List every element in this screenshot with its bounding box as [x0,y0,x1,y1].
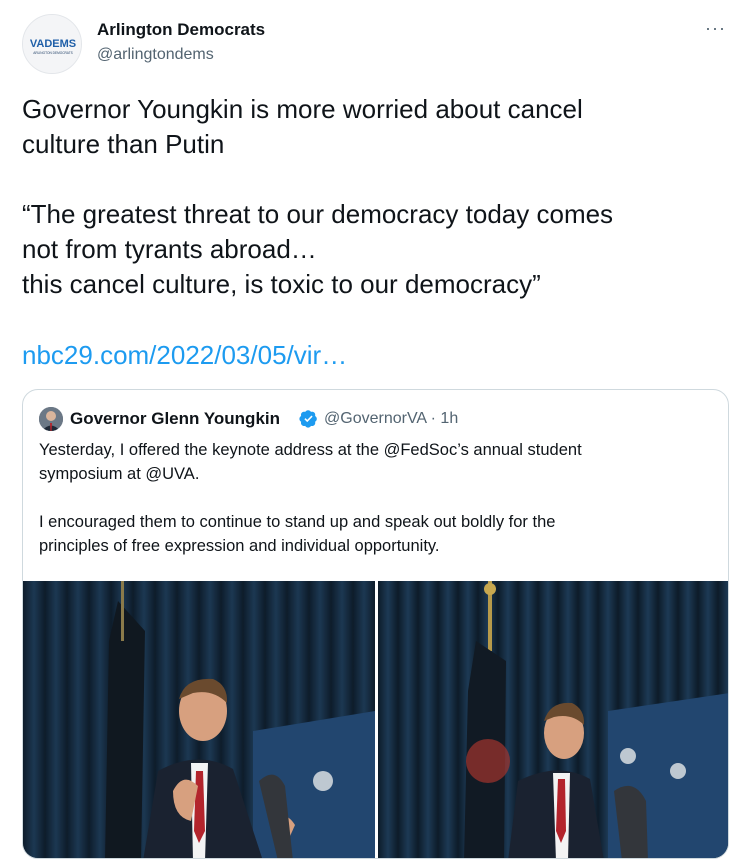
author-avatar[interactable]: VADEMS ARLINGTON DEMOCRATS [22,14,82,74]
more-options-icon[interactable]: ··· [705,18,726,39]
vadems-logo: VADEMS ARLINGTON DEMOCRATS [23,15,81,73]
quoted-line: Yesterday, I offered the keynote address… [39,441,582,459]
quoted-tweet[interactable]: Governor Glenn Youngkin @GovernorVA · 1h… [22,389,729,859]
tweet-line: culture than Putin [22,129,225,159]
quoted-author-avatar[interactable] [39,407,63,431]
verified-badge-icon [299,410,317,428]
vadems-logo-subtext: ARLINGTON DEMOCRATS [33,51,73,55]
tweet-line: this cancel culture, is toxic to our dem… [22,269,541,299]
quoted-line: I encouraged them to continue to stand u… [39,513,556,531]
tweet-text: Governor Youngkin is more worried about … [22,92,712,302]
speaker-photo-left [23,581,375,858]
photo-left[interactable] [23,581,375,858]
portrait-icon [39,407,63,431]
quoted-author-name[interactable]: Governor Glenn Youngkin [70,409,280,429]
quoted-line: principles of free expression and indivi… [39,537,440,555]
article-link[interactable]: nbc29.com/2022/03/05/vir… [22,338,347,373]
vadems-logo-text: VADEMS [30,38,76,50]
tweet-line: “The greatest threat to our democracy to… [22,199,614,229]
tweet-line: not from tyrants abroad… [22,234,317,264]
author-name[interactable]: Arlington Democrats [97,20,265,40]
speaker-photo-right [378,581,728,858]
tweet-line: Governor Youngkin is more worried about … [22,94,583,124]
quoted-tweet-text: Yesterday, I offered the keynote address… [39,438,709,558]
quoted-line: symposium at @UVA. [39,465,200,483]
photo-right[interactable] [378,581,728,858]
quoted-handle-time[interactable]: @GovernorVA · 1h [324,410,458,428]
author-handle[interactable]: @arlingtondems [97,46,214,64]
